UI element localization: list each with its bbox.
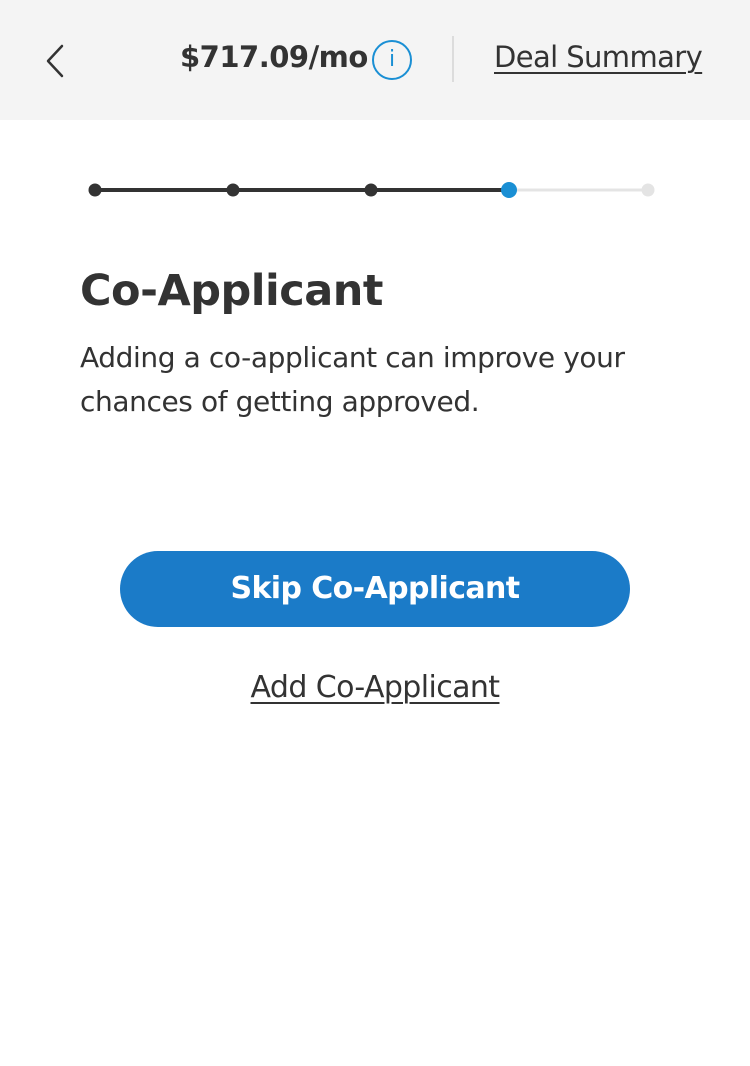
progress-step-5	[641, 183, 655, 197]
progress-step-3	[364, 183, 378, 197]
header-divider	[452, 36, 454, 82]
skip-co-applicant-button[interactable]: Skip Co-Applicant	[120, 551, 630, 627]
progress-step-2	[226, 183, 240, 197]
progress-stepper	[0, 170, 750, 210]
deal-summary-link[interactable]: Deal Summary	[494, 40, 703, 74]
progress-step-1	[88, 183, 102, 197]
info-icon: i	[388, 47, 396, 72]
add-co-applicant-link-container: Add Co-Applicant	[0, 670, 750, 705]
progress-step-4-active	[501, 182, 517, 198]
back-button[interactable]	[36, 38, 76, 84]
monthly-payment: $717.09/mo	[180, 40, 368, 74]
page-description: Adding a co-applicant can improve your c…	[80, 341, 625, 418]
info-button[interactable]: i	[372, 40, 412, 80]
chevron-left-icon	[46, 44, 64, 78]
add-co-applicant-link[interactable]: Add Co-Applicant	[251, 670, 501, 705]
top-bar: $717.09/mo i Deal Summary	[0, 0, 750, 120]
page-title: Co-Applicant	[80, 266, 383, 316]
